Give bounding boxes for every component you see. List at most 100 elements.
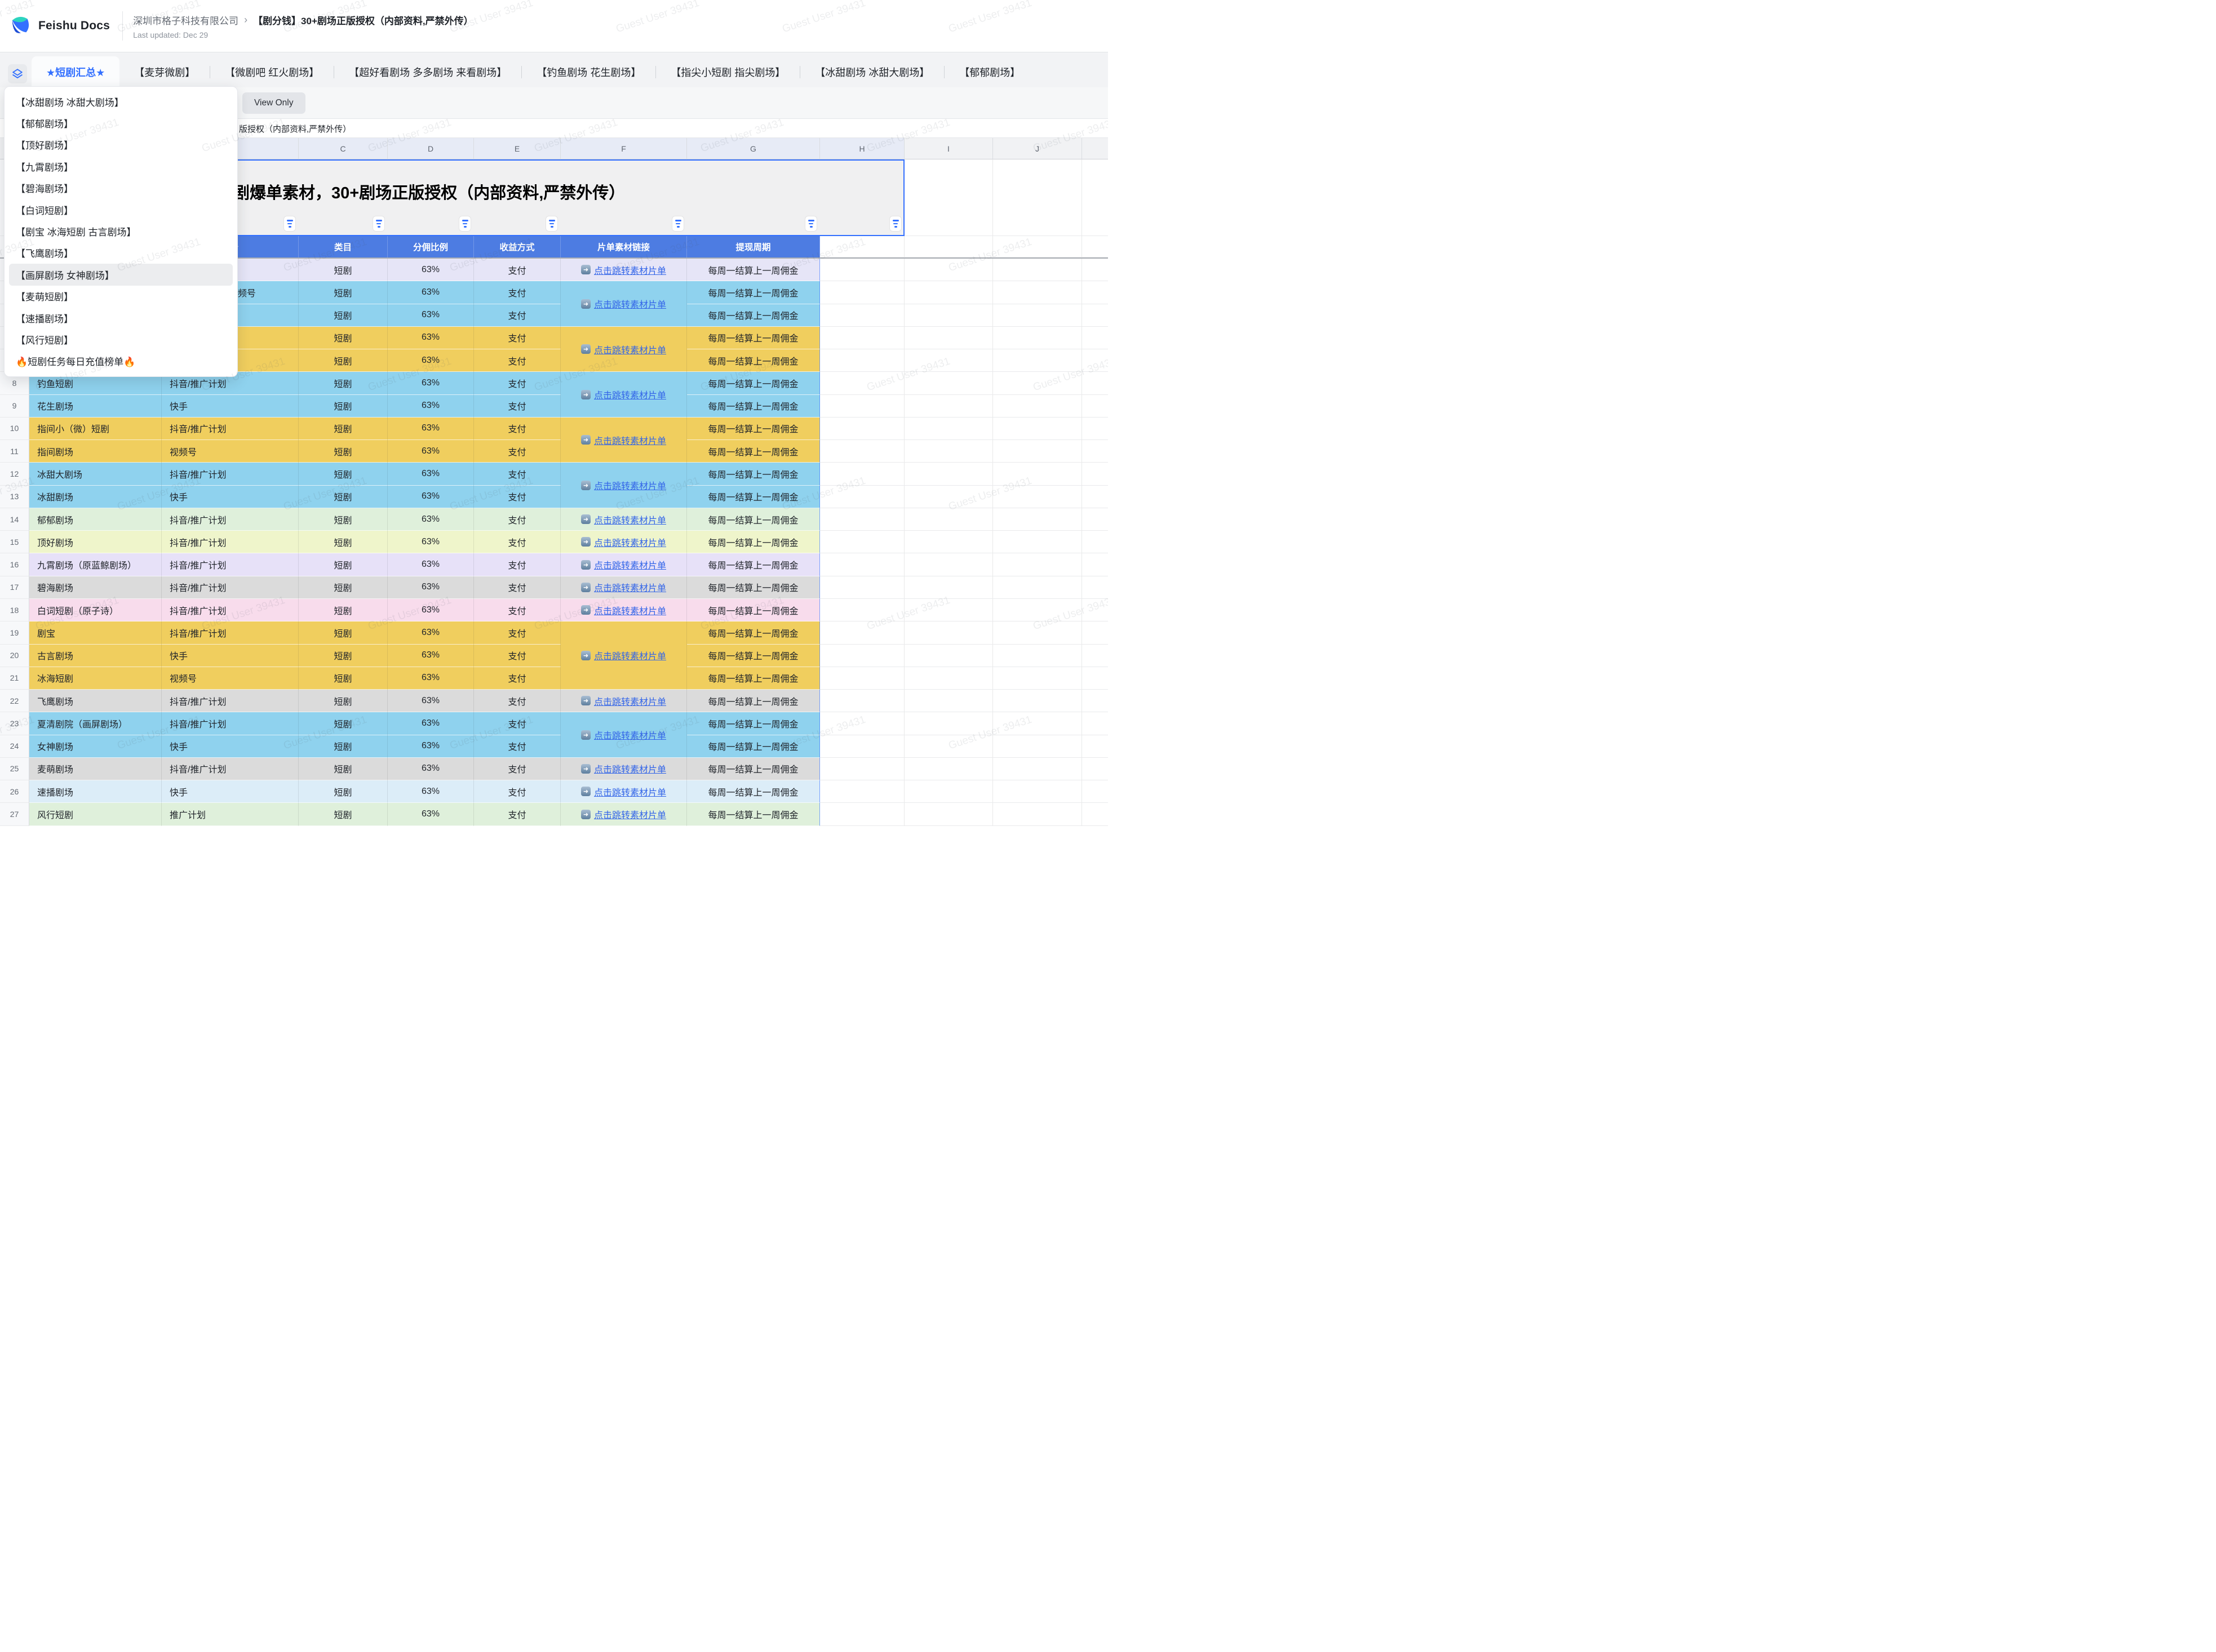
cell-name-15[interactable]: 顶好剧场 bbox=[29, 531, 162, 553]
cell-name-13[interactable]: 冰甜剧场 bbox=[29, 486, 162, 508]
cell-material-14[interactable]: ➜点击跳转素材片单 bbox=[561, 508, 687, 531]
cell-platform-25[interactable]: 抖音/推广计划 bbox=[162, 758, 299, 780]
cell-withdraw-20[interactable]: 每周一结算上一周佣金 bbox=[687, 645, 820, 667]
cell-income-13[interactable]: 支付 bbox=[474, 486, 561, 508]
material-link[interactable]: 点击跳转素材片单 bbox=[594, 762, 666, 775]
cell-I-9[interactable] bbox=[905, 395, 993, 418]
cell-category-17[interactable]: 短剧 bbox=[299, 576, 388, 599]
cell-category-8[interactable]: 短剧 bbox=[299, 372, 388, 394]
cell-name-21[interactable]: 冰海短剧 bbox=[29, 667, 162, 690]
cell-I1[interactable] bbox=[905, 159, 993, 236]
cell-income-14[interactable]: 支付 bbox=[474, 508, 561, 531]
cell-I-19[interactable] bbox=[905, 621, 993, 644]
cell-withdraw-3[interactable]: 每周一结算上一周佣金 bbox=[687, 259, 820, 281]
cell-income-8[interactable]: 支付 bbox=[474, 372, 561, 394]
col-header-withdraw[interactable]: 提现周期 bbox=[687, 236, 820, 257]
cell-material-3[interactable]: ➜点击跳转素材片单 bbox=[561, 259, 687, 281]
cell-H-6[interactable] bbox=[820, 327, 905, 349]
cell-rate-5[interactable]: 63% bbox=[388, 304, 474, 327]
cell-category-21[interactable]: 短剧 bbox=[299, 667, 388, 690]
cell-J-7[interactable] bbox=[993, 349, 1082, 372]
cell-H-23[interactable] bbox=[820, 712, 905, 735]
cell-rate-24[interactable]: 63% bbox=[388, 735, 474, 758]
material-link[interactable]: 点击跳转素材片单 bbox=[594, 807, 666, 821]
cell-rate-9[interactable]: 63% bbox=[388, 395, 474, 418]
cell-platform-27[interactable]: 推广计划 bbox=[162, 803, 299, 825]
cell-withdraw-5[interactable]: 每周一结算上一周佣金 bbox=[687, 304, 820, 327]
row-header-23[interactable]: 23 bbox=[0, 712, 29, 735]
cell-withdraw-19[interactable]: 每周一结算上一周佣金 bbox=[687, 621, 820, 644]
cell-H-14[interactable] bbox=[820, 508, 905, 531]
cell-I-27[interactable] bbox=[905, 803, 993, 825]
breadcrumb-company[interactable]: 深圳市格子科技有限公司 bbox=[133, 13, 238, 27]
cell-income-3[interactable]: 支付 bbox=[474, 259, 561, 281]
sheet-tab-6[interactable]: 【冰甜剧场 冰甜大剧场】 bbox=[800, 56, 944, 87]
sheet-tab-7[interactable]: 【郁郁剧场】 bbox=[945, 56, 1035, 87]
cell-category-7[interactable]: 短剧 bbox=[299, 349, 388, 372]
cell-name-18[interactable]: 白词短剧（原子诗） bbox=[29, 599, 162, 621]
sheet-tab-1[interactable]: 【麦芽微剧】 bbox=[119, 56, 210, 87]
col-header-material[interactable]: 片单素材链接 bbox=[561, 236, 687, 257]
cell-withdraw-14[interactable]: 每周一结算上一周佣金 bbox=[687, 508, 820, 531]
cell-rate-15[interactable]: 63% bbox=[388, 531, 474, 553]
cell-rate-16[interactable]: 63% bbox=[388, 553, 474, 576]
cell-platform-14[interactable]: 抖音/推广计划 bbox=[162, 508, 299, 531]
cell-name-14[interactable]: 郁郁剧场 bbox=[29, 508, 162, 531]
material-link[interactable]: 点击跳转素材片单 bbox=[594, 263, 666, 277]
cell-name-24[interactable]: 女神剧场 bbox=[29, 735, 162, 758]
material-link[interactable]: 点击跳转素材片单 bbox=[594, 728, 666, 741]
cell-income-19[interactable]: 支付 bbox=[474, 621, 561, 644]
cell-name-11[interactable]: 指间剧场 bbox=[29, 440, 162, 463]
cell-withdraw-4[interactable]: 每周一结算上一周佣金 bbox=[687, 281, 820, 304]
cell-platform-21[interactable]: 视频号 bbox=[162, 667, 299, 690]
dropdown-item-5[interactable]: 【白词短剧】 bbox=[9, 199, 233, 220]
cell-income-25[interactable]: 支付 bbox=[474, 758, 561, 780]
cell-category-22[interactable]: 短剧 bbox=[299, 690, 388, 712]
cell-category-4[interactable]: 短剧 bbox=[299, 281, 388, 304]
cell-material-16[interactable]: ➜点击跳转素材片单 bbox=[561, 553, 687, 576]
row-header-16[interactable]: 16 bbox=[0, 553, 29, 576]
cell-name-12[interactable]: 冰甜大剧场 bbox=[29, 463, 162, 485]
cell-withdraw-11[interactable]: 每周一结算上一周佣金 bbox=[687, 440, 820, 463]
cell-I-11[interactable] bbox=[905, 440, 993, 463]
cell-material-22[interactable]: ➜点击跳转素材片单 bbox=[561, 690, 687, 712]
cell-I-22[interactable] bbox=[905, 690, 993, 712]
cell-material-18[interactable]: ➜点击跳转素材片单 bbox=[561, 599, 687, 621]
cell-withdraw-23[interactable]: 每周一结算上一周佣金 bbox=[687, 712, 820, 735]
sheet-tab-4[interactable]: 【钓鱼剧场 花生剧场】 bbox=[522, 56, 655, 87]
cell-withdraw-15[interactable]: 每周一结算上一周佣金 bbox=[687, 531, 820, 553]
cell-category-10[interactable]: 短剧 bbox=[299, 418, 388, 440]
cell-J-13[interactable] bbox=[993, 486, 1082, 508]
cell-withdraw-21[interactable]: 每周一结算上一周佣金 bbox=[687, 667, 820, 690]
filter-icon[interactable] bbox=[284, 216, 295, 231]
cell-category-13[interactable]: 短剧 bbox=[299, 486, 388, 508]
cell-rate-6[interactable]: 63% bbox=[388, 327, 474, 349]
cell-category-6[interactable]: 短剧 bbox=[299, 327, 388, 349]
row-header-15[interactable]: 15 bbox=[0, 531, 29, 553]
cell-J-25[interactable] bbox=[993, 758, 1082, 780]
cell-income-16[interactable]: 支付 bbox=[474, 553, 561, 576]
sheet-tab-3[interactable]: 【超好看剧场 多多剧场 来看剧场】 bbox=[334, 56, 521, 87]
cell-rate-12[interactable]: 63% bbox=[388, 463, 474, 485]
cell-I-12[interactable] bbox=[905, 463, 993, 485]
cell-withdraw-24[interactable]: 每周一结算上一周佣金 bbox=[687, 735, 820, 758]
column-letter-I[interactable]: I bbox=[905, 138, 993, 159]
cell-rate-21[interactable]: 63% bbox=[388, 667, 474, 690]
cell-income-7[interactable]: 支付 bbox=[474, 349, 561, 372]
cell-rate-13[interactable]: 63% bbox=[388, 486, 474, 508]
cell-category-14[interactable]: 短剧 bbox=[299, 508, 388, 531]
cell-J-4[interactable] bbox=[993, 281, 1082, 304]
cell-H-26[interactable] bbox=[820, 780, 905, 803]
cell-H-13[interactable] bbox=[820, 486, 905, 508]
row-header-26[interactable]: 26 bbox=[0, 780, 29, 803]
cell-H-27[interactable] bbox=[820, 803, 905, 825]
cell-J-22[interactable] bbox=[993, 690, 1082, 712]
cell-name-17[interactable]: 碧海剧场 bbox=[29, 576, 162, 599]
cell-I-16[interactable] bbox=[905, 553, 993, 576]
cell-category-11[interactable]: 短剧 bbox=[299, 440, 388, 463]
cell-I-18[interactable] bbox=[905, 599, 993, 621]
cell-H-18[interactable] bbox=[820, 599, 905, 621]
cell-income-17[interactable]: 支付 bbox=[474, 576, 561, 599]
cell-name-22[interactable]: 飞鹰剧场 bbox=[29, 690, 162, 712]
row-header-21[interactable]: 21 bbox=[0, 667, 29, 690]
